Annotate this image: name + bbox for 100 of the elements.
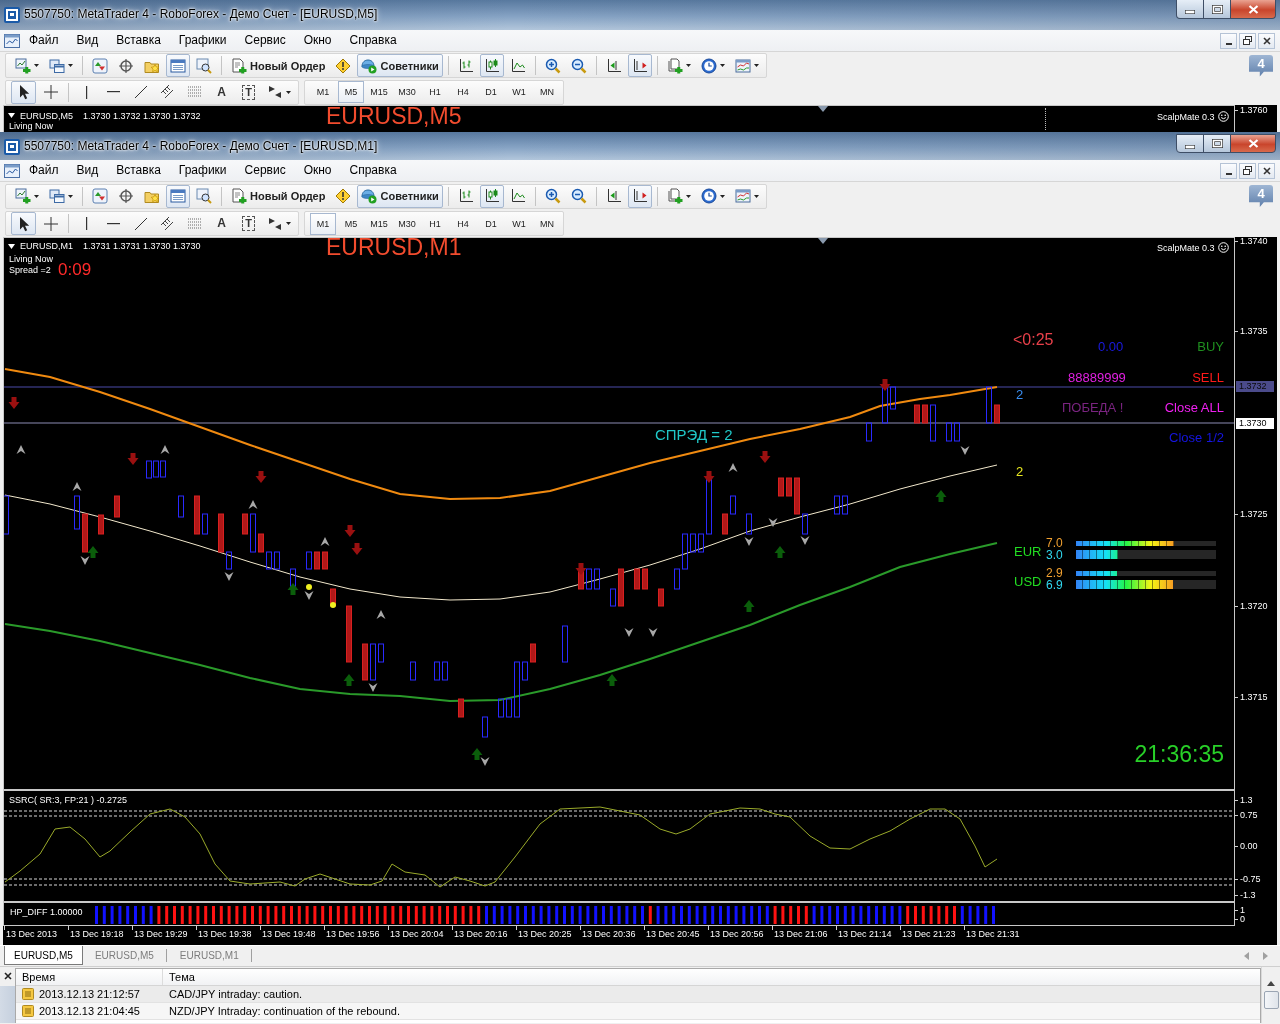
caret-icon [719, 194, 725, 198]
chart-label: СПРЭД = 2 [655, 427, 733, 442]
info-text: Living Now [9, 254, 54, 264]
minimize-button[interactable] [1176, 0, 1204, 19]
timeframe-button[interactable]: H1 [422, 81, 448, 103]
arrow-down-icon [127, 453, 139, 465]
timeframe-button[interactable]: MN [534, 81, 560, 103]
menu-item[interactable]: Вставка [107, 33, 170, 48]
timeframe-button[interactable]: H1 [422, 212, 448, 235]
chart-tab[interactable]: EURUSD,M5 [84, 946, 164, 965]
text-label-button[interactable]: T [236, 80, 261, 104]
caret-icon [286, 90, 291, 94]
scrollbar[interactable] [1261, 967, 1280, 1023]
timeframe-button[interactable]: W1 [506, 81, 532, 103]
vertical-line-icon [85, 217, 88, 230]
close-button[interactable] [1230, 134, 1276, 153]
maximize-button[interactable] [1203, 0, 1231, 19]
time-axis-label: 13 Dec 20:16 [454, 929, 508, 939]
timeframe-button[interactable]: M1 [310, 81, 336, 103]
menu-item[interactable]: Файл [20, 33, 68, 48]
price-axis-label: 1.3715 [1240, 692, 1268, 702]
restore-button[interactable] [1239, 32, 1256, 49]
timeframe-button[interactable]: M1 [310, 212, 336, 235]
candlestick-chart-button[interactable] [479, 54, 504, 77]
chart-title: EURUSD,M1 [326, 236, 462, 259]
timeframe-button[interactable]: H4 [450, 81, 476, 103]
cursor-button[interactable] [11, 80, 36, 104]
timeframe-button[interactable]: D1 [478, 81, 504, 103]
timeframe-button[interactable]: D1 [478, 212, 504, 235]
text-tool-button[interactable]: A [209, 80, 234, 104]
new-order-button[interactable]: Новый Ордер [227, 184, 330, 208]
text-tool-button[interactable]: A [209, 212, 234, 235]
restore-button[interactable] [1239, 162, 1256, 179]
autoscroll-button[interactable] [627, 54, 652, 77]
terminal-button[interactable] [166, 54, 190, 77]
experts-button[interactable]: Советники [357, 54, 443, 77]
close-icon [3, 972, 12, 980]
dotted-lines-icon [186, 215, 203, 232]
menu-item[interactable]: Справка [340, 33, 406, 48]
menu-item[interactable]: Вид [67, 163, 108, 178]
candlestick-chart-button[interactable] [479, 184, 504, 208]
scrollbar-thumb[interactable] [1263, 991, 1279, 1009]
caret-icon [685, 194, 691, 198]
menu-item[interactable]: Файл [20, 163, 68, 178]
chart-tab[interactable]: EURUSD,M1 [169, 946, 249, 965]
time-axis-label: 13 Dec 21:06 [774, 929, 828, 939]
app-icon [4, 139, 20, 155]
chevron-up-icon [72, 482, 82, 491]
new-order-button[interactable]: Новый Ордер [227, 54, 330, 77]
menu-item[interactable]: Графики [169, 163, 236, 178]
menu-item[interactable]: Окно [294, 33, 341, 48]
minimize-button[interactable] [1220, 32, 1237, 49]
close-button[interactable] [1230, 0, 1276, 19]
caret-icon[interactable] [8, 113, 15, 118]
caret-icon [34, 194, 39, 198]
chart-label: ПОБЕДА ! [1062, 401, 1124, 414]
minimize-button[interactable] [1176, 134, 1204, 153]
text-label-button[interactable]: T [236, 212, 261, 235]
chevron-up-icon [728, 463, 738, 472]
strength-value: 2.9 [1046, 567, 1063, 579]
timeframe-button[interactable]: W1 [506, 212, 532, 235]
menu-item[interactable]: Сервис [235, 33, 295, 48]
terminal-button[interactable] [166, 184, 190, 208]
timeframe-button[interactable]: M15 [366, 81, 392, 103]
caret-icon [68, 194, 73, 198]
autoscroll-button[interactable] [627, 184, 652, 208]
table-row[interactable]: 2013.12.13 21:04:45 NZD/JPY Intraday: continuation of the rebound. [16, 1003, 1260, 1020]
caret-icon [753, 194, 759, 198]
timeframe-button[interactable]: M15 [366, 212, 392, 235]
experts-button[interactable]: Советники [357, 184, 443, 208]
timeframe-button[interactable]: H4 [450, 212, 476, 235]
menu-item[interactable]: Окно [294, 163, 341, 178]
menu-item[interactable]: Вставка [107, 163, 170, 178]
chart-plus-icon [15, 57, 31, 74]
cursor-button[interactable] [11, 212, 36, 235]
timeframe-button[interactable]: M30 [394, 212, 420, 235]
vertical-line-icon [85, 85, 88, 99]
menu-item[interactable]: Вид [67, 33, 108, 48]
minimize-button[interactable] [1220, 162, 1237, 179]
horizontal-line-icon [107, 222, 120, 225]
diagonal-line-icon [132, 84, 149, 100]
caret-icon[interactable] [8, 244, 15, 249]
timeframe-button[interactable]: MN [534, 212, 560, 235]
maximize-button[interactable] [1203, 134, 1231, 153]
bid-price-label: 1.3730 [1236, 418, 1274, 429]
close-button[interactable] [1258, 32, 1275, 49]
timeframe-button[interactable]: M5 [338, 212, 364, 235]
autoscroll-icon [631, 188, 648, 204]
timeframe-button[interactable]: M5 [338, 81, 364, 103]
close-button[interactable] [1, 970, 14, 982]
zoom-in-icon [544, 57, 561, 74]
close-button[interactable] [1258, 162, 1275, 179]
menu-item[interactable]: Справка [340, 163, 406, 178]
timeframe-button[interactable]: M30 [394, 81, 420, 103]
menu-item[interactable]: Сервис [235, 163, 295, 178]
chart-tab[interactable]: EURUSD,M5 [4, 946, 83, 965]
column-header[interactable]: Тема [163, 969, 195, 985]
table-row[interactable]: 2013.12.13 21:12:57 CAD/JPY intraday: caution. [16, 986, 1260, 1003]
menu-item[interactable]: Графики [169, 33, 236, 48]
column-header[interactable]: Время [16, 969, 163, 985]
